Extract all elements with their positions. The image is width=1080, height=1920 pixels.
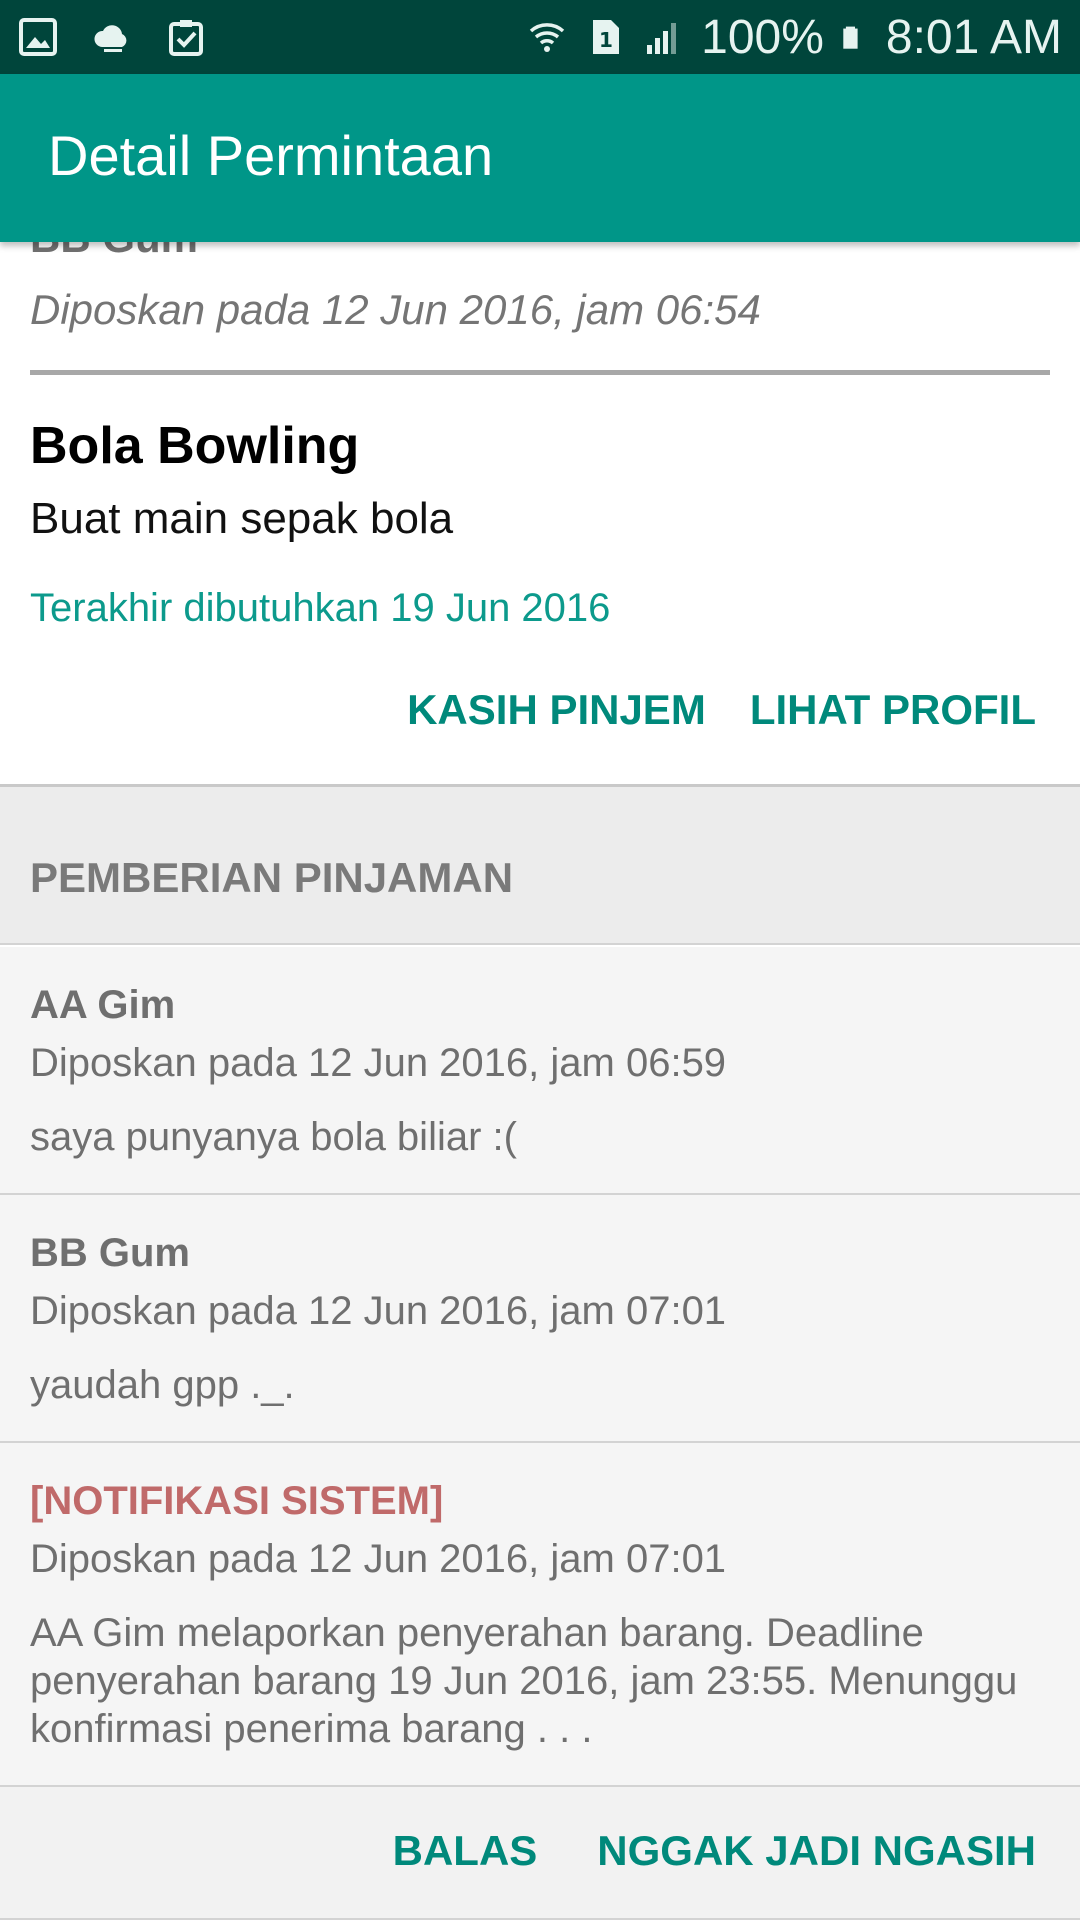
reply-button[interactable]: BALAS (393, 1827, 538, 1875)
reply-posted-date: Diposkan pada 12 Jun 2016, jam 07:01 (30, 1289, 727, 1333)
reply-message: yaudah gpp ._. (30, 1363, 295, 1407)
request-description: Buat main sepak bola (30, 494, 454, 543)
clock: 8:01 AM (885, 10, 1062, 64)
list-item: AA Gim Diposkan pada 12 Jun 2016, jam 06… (0, 947, 1080, 1195)
request-actions: KASIH PINJEM LIHAT PROFIL (407, 686, 1036, 734)
sim-icon: 1 (593, 20, 620, 54)
gallery-icon (19, 18, 57, 56)
request-needed-until: Terakhir dibutuhkan 19 Jun 2016 (30, 586, 611, 630)
divider (30, 370, 1050, 375)
reply-message: saya punyanya bola biliar :( (30, 1115, 517, 1159)
wifi-icon (529, 23, 565, 52)
status-bar: 1 100% 8:01 AM (0, 0, 1080, 74)
view-profile-button[interactable]: LIHAT PROFIL (750, 686, 1036, 734)
request-posted-date: Diposkan pada 12 Jun 2016, jam 06:54 (30, 286, 761, 333)
battery-icon (843, 26, 858, 49)
reply-author-system: [NOTIFIKASI SISTEM] (30, 1479, 444, 1523)
svg-text:1: 1 (599, 28, 613, 52)
request-item-title: Bola Bowling (30, 417, 360, 475)
lend-button[interactable]: KASIH PINJEM (407, 686, 706, 734)
content-scroll[interactable]: BB Gum Diposkan pada 12 Jun 2016, jam 06… (0, 242, 1080, 1920)
reply-author: AA Gim (30, 983, 176, 1027)
page-title: Detail Permintaan (48, 123, 494, 187)
battery-percentage: 100% (701, 10, 824, 64)
reply-actions-bar: BALAS NGGAK JADI NGASIH (0, 1787, 1080, 1920)
reply-list: AA Gim Diposkan pada 12 Jun 2016, jam 06… (0, 947, 1080, 1787)
request-card: BB Gum Diposkan pada 12 Jun 2016, jam 06… (0, 242, 1080, 786)
reply-posted-date: Diposkan pada 12 Jun 2016, jam 06:59 (30, 1041, 727, 1085)
list-item: [NOTIFIKASI SISTEM] Diposkan pada 12 Jun… (0, 1443, 1080, 1787)
request-user-name: BB Gum (30, 242, 198, 262)
list-item: BB Gum Diposkan pada 12 Jun 2016, jam 07… (0, 1195, 1080, 1443)
section-title: PEMBERIAN PINJAMAN (30, 854, 514, 901)
signal-icon (647, 23, 677, 54)
reply-author: BB Gum (30, 1231, 190, 1275)
cloud-icon (94, 25, 127, 52)
reply-posted-date: Diposkan pada 12 Jun 2016, jam 07:01 (30, 1537, 727, 1581)
reply-message: AA Gim melaporkan penyerahan barang. Dea… (30, 1611, 1018, 1751)
clipboard-check-icon (169, 20, 203, 56)
app-bar: Detail Permintaan (0, 74, 1080, 242)
cancel-lend-button[interactable]: NGGAK JADI NGASIH (597, 1827, 1036, 1875)
